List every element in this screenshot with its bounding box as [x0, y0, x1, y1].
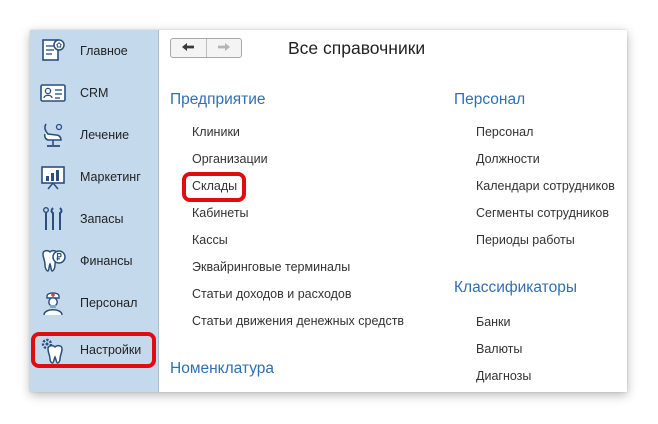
link-clinics[interactable]: Клиники — [192, 125, 240, 139]
sidebar-item-label: Персонал — [80, 296, 138, 310]
link-banks[interactable]: Банки — [476, 315, 511, 329]
id-card-icon — [39, 78, 67, 108]
link-cash-desks[interactable]: Кассы — [192, 233, 228, 247]
nav-buttons — [170, 38, 242, 58]
link-work-periods[interactable]: Периоды работы — [476, 233, 575, 247]
link-staff-calendars[interactable]: Календари сотрудников — [476, 179, 615, 193]
link-rooms[interactable]: Кабинеты — [192, 206, 249, 220]
link-diagnoses[interactable]: Диагнозы — [476, 369, 531, 383]
sidebar-item-label: Запасы — [80, 212, 124, 226]
sidebar-item-label: Лечение — [80, 128, 130, 142]
section-heading-nomenclature[interactable]: Номенклатура — [170, 360, 274, 378]
link-income-expense-items[interactable]: Статьи доходов и расходов — [192, 287, 352, 301]
sidebar-item-marketing[interactable]: Маркетинг — [30, 156, 158, 198]
sidebar-item-label: Настройки — [80, 343, 142, 357]
dental-chair-icon — [39, 120, 67, 150]
sidebar-item-personnel[interactable]: Персонал — [30, 282, 158, 324]
link-positions[interactable]: Должности — [476, 152, 540, 166]
arrow-left-icon — [181, 39, 195, 57]
sidebar-item-stock[interactable]: Запасы — [30, 198, 158, 240]
sidebar-item-settings[interactable]: Настройки — [30, 329, 158, 371]
section-heading-classifiers[interactable]: Классификаторы — [454, 279, 577, 297]
forward-button[interactable] — [205, 39, 242, 57]
tooth-gear-icon — [39, 335, 67, 365]
doctor-icon — [39, 288, 67, 318]
app-window: Главное CRM Лечение Маркетинг Запасы Фин… — [30, 30, 627, 392]
sidebar-item-label: Финансы — [80, 254, 133, 268]
section-heading-enterprise[interactable]: Предприятие — [170, 91, 266, 109]
sidebar-item-finance[interactable]: Финансы — [30, 240, 158, 282]
link-cash-flow-items[interactable]: Статьи движения денежных средств — [192, 314, 404, 328]
link-acquiring-terminals[interactable]: Эквайринговые терминалы — [192, 260, 350, 274]
sidebar: Главное CRM Лечение Маркетинг Запасы Фин… — [30, 30, 159, 392]
tooth-coin-icon — [39, 246, 67, 276]
arrow-right-icon — [217, 39, 231, 57]
sidebar-item-label: Маркетинг — [80, 170, 141, 184]
back-button[interactable] — [171, 39, 206, 57]
sidebar-item-label: CRM — [80, 86, 109, 100]
section-heading-personnel[interactable]: Персонал — [454, 91, 525, 109]
sidebar-item-crm[interactable]: CRM — [30, 72, 158, 114]
sidebar-item-main[interactable]: Главное — [30, 30, 158, 72]
link-warehouses[interactable]: Склады — [192, 179, 237, 193]
sidebar-item-treatment[interactable]: Лечение — [30, 114, 158, 156]
link-organizations[interactable]: Организации — [192, 152, 268, 166]
page-title: Все справочники — [288, 38, 426, 58]
home-document-icon — [39, 36, 67, 66]
dental-tools-icon — [39, 204, 67, 234]
link-staff-segments[interactable]: Сегменты сотрудников — [476, 206, 609, 220]
link-staff[interactable]: Персонал — [476, 125, 533, 139]
link-currencies[interactable]: Валюты — [476, 342, 522, 356]
chart-board-icon — [39, 162, 67, 192]
sidebar-item-label: Главное — [80, 44, 128, 58]
